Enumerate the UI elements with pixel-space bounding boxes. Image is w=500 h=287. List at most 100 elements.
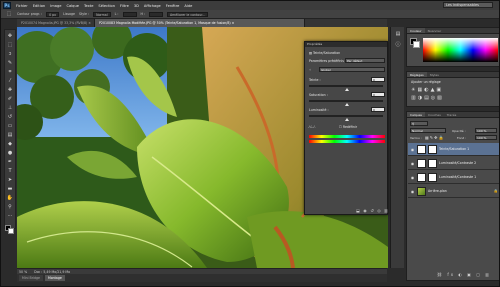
- healing-tool-icon[interactable]: ✚: [6, 87, 14, 94]
- layer-mask-thumbnail[interactable]: [428, 144, 437, 154]
- feather-input[interactable]: 0 px: [46, 11, 60, 17]
- tab-traces[interactable]: Tracés: [444, 112, 460, 117]
- layer-name[interactable]: Teinte/Saturation 1: [439, 147, 469, 151]
- blur-tool-icon[interactable]: ◆: [6, 141, 14, 148]
- hand-tool-icon[interactable]: ✋: [6, 195, 14, 202]
- lightness-input[interactable]: 0: [371, 107, 385, 112]
- menu-affichage[interactable]: Affichage: [144, 4, 161, 8]
- trash-icon[interactable]: ▥: [383, 208, 389, 213]
- lightness-slider[interactable]: [309, 115, 383, 121]
- menu-texte[interactable]: Texte: [84, 4, 93, 8]
- eyedropper-icons[interactable]: ⁄ ⁄₊ ⁄₋: [309, 125, 316, 129]
- lightness-slider-thumb[interactable]: [345, 118, 349, 121]
- move-tool-icon[interactable]: ✥: [6, 33, 14, 40]
- fill-input[interactable]: 100 %: [475, 135, 497, 140]
- style-select[interactable]: Normal: [93, 11, 111, 17]
- layer-row[interactable]: ◉ Arrière-plan 🔒: [408, 185, 499, 198]
- menu-filtre[interactable]: Filtre: [120, 4, 129, 8]
- eye-icon[interactable]: ◉: [410, 161, 415, 166]
- menu-aide[interactable]: Aide: [184, 4, 192, 8]
- bg-color-swatch[interactable]: [413, 41, 420, 48]
- info-panel-icon[interactable]: ⓘ: [394, 42, 402, 49]
- width-input[interactable]: [122, 11, 137, 17]
- lasso-tool-icon[interactable]: ↄ: [6, 51, 14, 58]
- menu-3d[interactable]: 3D: [134, 4, 139, 8]
- eye-icon[interactable]: ◉: [410, 189, 415, 194]
- saturation-slider[interactable]: [309, 100, 383, 106]
- clip-icon[interactable]: ⬓: [355, 208, 361, 213]
- refine-edge-button[interactable]: Améliorer le contour...: [166, 11, 209, 17]
- menu-edition[interactable]: Edition: [33, 4, 45, 8]
- background-color[interactable]: [8, 228, 14, 234]
- pen-tool-icon[interactable]: ✒: [6, 159, 14, 166]
- workspace-dropdown[interactable]: Les indispensables: [443, 2, 493, 8]
- layer-name[interactable]: Luminosité/Contraste 2: [439, 161, 476, 165]
- history-panel-icon[interactable]: ▤: [394, 31, 402, 38]
- height-input[interactable]: [148, 11, 163, 17]
- layer-name[interactable]: Luminosité/Contraste 1: [439, 175, 476, 179]
- layer-name[interactable]: Arrière-plan: [428, 189, 447, 193]
- menu-image[interactable]: Image: [50, 4, 61, 8]
- dodge-tool-icon[interactable]: ●: [6, 150, 14, 157]
- menu-fichier[interactable]: Fichier: [16, 4, 28, 8]
- saturation-input[interactable]: 0: [371, 92, 385, 97]
- color-ramp[interactable]: [423, 38, 498, 62]
- tab-reglages[interactable]: Réglages: [407, 72, 427, 77]
- hue-slider[interactable]: [309, 85, 383, 91]
- reset-icon[interactable]: ↺: [369, 208, 375, 213]
- view-previous-icon[interactable]: ◉: [362, 208, 368, 213]
- marquee-icon[interactable]: ⬚: [5, 11, 13, 18]
- menu-selection[interactable]: Sélection: [98, 4, 115, 8]
- marquee-tool-icon[interactable]: ⬚: [6, 42, 14, 49]
- layer-mask-thumbnail[interactable]: [428, 172, 437, 182]
- layer-row[interactable]: ◉ Luminosité/Contraste 1: [408, 171, 499, 184]
- blend-mode-select[interactable]: Normal: [410, 128, 446, 133]
- hand-adjust-icon[interactable]: ☝: [309, 68, 311, 72]
- gradient-tool-icon[interactable]: ▤: [6, 132, 14, 139]
- layer-action-icons[interactable]: ⛓ fx ◐ ▣ ▢ ▥: [437, 272, 491, 277]
- tab-styles[interactable]: Styles: [427, 72, 442, 77]
- tools-panel: ✥ ⬚ ↄ ✎ ⌗ ⁄ ✚ ✐ ⊥ ↺ ▭ ▤ ◆ ● ✒ T ➤ ▬ ✋ ⚲ …: [4, 29, 16, 234]
- colorize-checkbox[interactable]: ☐ Redéfinir: [339, 125, 357, 129]
- menu-calque[interactable]: Calque: [66, 4, 78, 8]
- lock-icons[interactable]: ▦✎✥🔒: [425, 135, 444, 140]
- adjustment-layer-icon: [417, 172, 426, 182]
- stamp-tool-icon[interactable]: ⊥: [6, 105, 14, 112]
- menu-fenetre[interactable]: Fenêtre: [166, 4, 180, 8]
- opacity-input[interactable]: 100 %: [475, 128, 497, 133]
- path-select-tool-icon[interactable]: ➤: [6, 177, 14, 184]
- tab-couleur[interactable]: Couleur: [407, 28, 425, 33]
- layer-filter-select[interactable]: ⚲: [410, 121, 428, 126]
- eyedropper-tool-icon[interactable]: ⁄: [6, 78, 14, 85]
- zoom-tool-icon[interactable]: ⚲: [6, 204, 14, 211]
- visibility-icon[interactable]: ◎: [376, 208, 382, 213]
- crop-tool-icon[interactable]: ⌗: [6, 69, 14, 76]
- channel-select[interactable]: Global: [319, 67, 385, 72]
- more-tools-icon[interactable]: ⋯: [6, 213, 14, 220]
- tab-document-2[interactable]: P2010083 Magnolia Modifiée.JPG @ 50% (Te…: [95, 19, 305, 27]
- antialias-checkbox[interactable]: Lissage: [63, 12, 75, 16]
- tab-nuancier[interactable]: Nuancier: [425, 28, 444, 33]
- type-tool-icon[interactable]: T: [6, 168, 14, 175]
- brush-tool-icon[interactable]: ✐: [6, 96, 14, 103]
- adjustment-icons-row-1[interactable]: ☀▦◐▲▣: [411, 87, 443, 93]
- saturation-slider-thumb[interactable]: [345, 103, 349, 106]
- adjustment-icons-row-2[interactable]: ▥◑▤◎▧: [411, 95, 444, 101]
- history-brush-icon[interactable]: ↺: [6, 114, 14, 121]
- layer-mask-thumbnail[interactable]: [428, 158, 437, 168]
- eye-icon[interactable]: ◉: [410, 175, 415, 180]
- layer-row[interactable]: ◉ Teinte/Saturation 1: [408, 143, 499, 156]
- tab-mini-bridge[interactable]: Mini Bridge: [19, 275, 43, 281]
- quick-select-tool-icon[interactable]: ✎: [6, 60, 14, 67]
- tab-montage[interactable]: Montage: [44, 275, 65, 281]
- tab-calques[interactable]: Calques: [407, 112, 425, 117]
- shape-tool-icon[interactable]: ▬: [6, 186, 14, 193]
- hue-input[interactable]: 0: [371, 77, 385, 82]
- tab-document-1[interactable]: P2010074 Magnolia.JPG @ 33,3% (RVB/8) ×: [17, 19, 95, 27]
- tab-couches[interactable]: Couches: [425, 112, 444, 117]
- preset-select[interactable]: Par défaut: [345, 58, 385, 63]
- eraser-tool-icon[interactable]: ▭: [6, 123, 14, 130]
- layer-row[interactable]: ◉ Luminosité/Contraste 2: [408, 157, 499, 170]
- eye-icon[interactable]: ◉: [410, 147, 415, 152]
- hue-slider-thumb[interactable]: [345, 88, 349, 91]
